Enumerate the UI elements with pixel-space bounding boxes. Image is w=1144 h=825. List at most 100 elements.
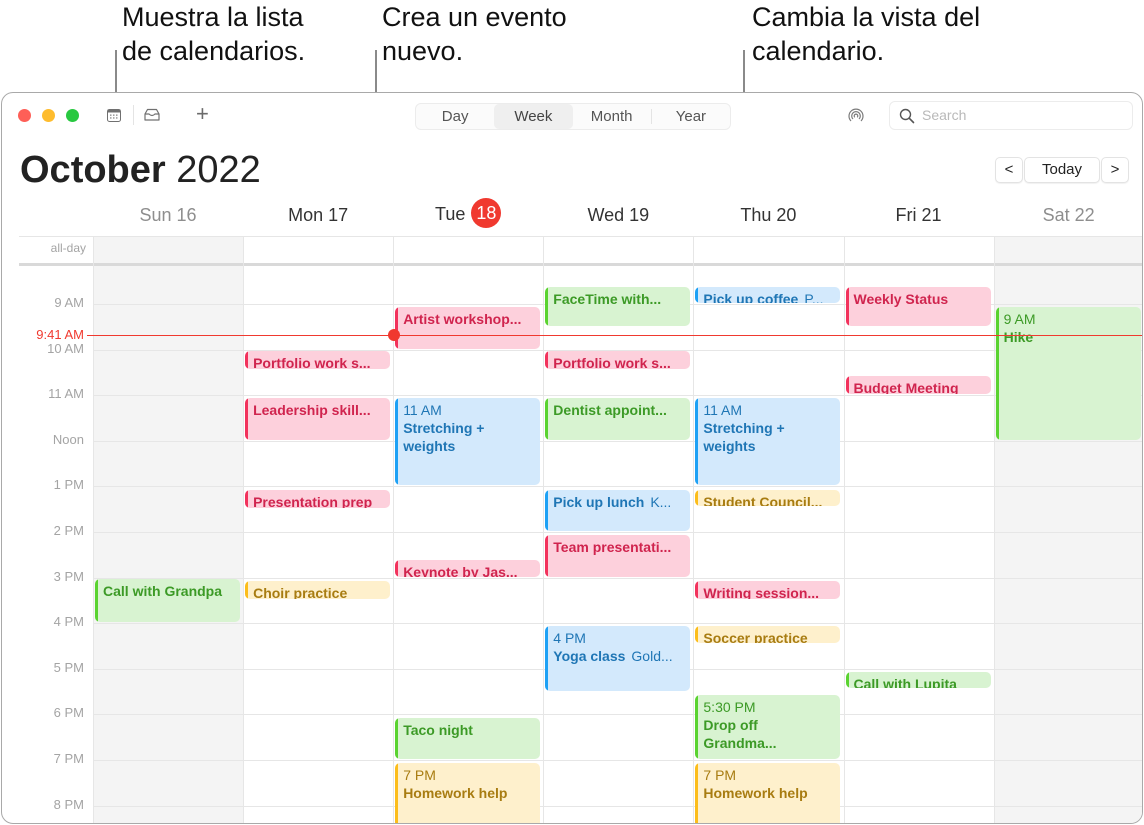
- hour-label: 3 PM: [53, 569, 84, 584]
- calendar-event[interactable]: Writing session...: [695, 580, 841, 600]
- calendar-event[interactable]: 11 AM Stretching + weights: [695, 398, 841, 486]
- event-title: Taco night: [403, 721, 473, 738]
- event-title: Homework help: [703, 785, 808, 802]
- calendar-event[interactable]: Taco night: [395, 717, 541, 759]
- hour-line: [93, 395, 1142, 396]
- event-title: Portfolio work s...: [253, 354, 371, 370]
- event-title: Writing session...: [703, 584, 820, 600]
- event-title: Student Council...: [703, 493, 823, 506]
- hour-label: 4 PM: [53, 614, 84, 629]
- event-title: Drop off Grandma...: [703, 716, 777, 751]
- event-title: Leadership skill...: [253, 402, 371, 419]
- event-time: 9 AM: [1003, 311, 1036, 328]
- event-title: Presentation prep: [253, 493, 373, 509]
- column-separator: [393, 236, 394, 823]
- event-time: 7 PM: [403, 767, 436, 784]
- calendar-event[interactable]: Dentist appoint...: [545, 398, 691, 440]
- event-title: Budget Meeting: [853, 379, 959, 395]
- calendar-event[interactable]: Pick up lunch K...: [545, 489, 691, 531]
- event-location: P...: [804, 290, 824, 303]
- hour-label: 6 PM: [53, 705, 84, 720]
- hour-label: Noon: [52, 432, 84, 447]
- calendar-event[interactable]: 4 PM Yoga class Gold...: [545, 626, 691, 691]
- calendar-event[interactable]: Pick up coffee P...: [695, 286, 841, 303]
- column-separator: [844, 236, 845, 823]
- column-separator: [543, 236, 544, 823]
- callout-change-view: Cambia la vista del calendario.: [752, 2, 981, 66]
- calendar-event[interactable]: Portfolio work s...: [545, 350, 691, 370]
- event-time: 5:30 PM: [703, 698, 756, 715]
- event-time: 7 PM: [703, 767, 737, 784]
- event-title: Team presentati...: [553, 539, 672, 556]
- column-separator: [693, 236, 694, 823]
- hour-line: [93, 578, 1142, 579]
- event-location: K...: [650, 493, 672, 510]
- hour-label: 2 PM: [53, 523, 84, 538]
- weekend-shading: [93, 236, 244, 823]
- event-title: Soccer practice: [703, 630, 808, 643]
- calendar-event[interactable]: Budget Meeting: [845, 375, 991, 395]
- event-title: Portfolio work s...: [553, 354, 671, 370]
- calendar-event[interactable]: 7 PM Homework help: [395, 763, 541, 823]
- calendar-event[interactable]: Leadership skill...: [245, 398, 391, 440]
- calendar-event[interactable]: Student Council...: [695, 489, 841, 506]
- all-day-bottom-border: [19, 263, 1142, 266]
- all-day-label: all-day: [50, 241, 86, 255]
- hour-label: 10 AM: [47, 341, 84, 356]
- calendar-event[interactable]: 7 PM Homework help: [695, 763, 841, 823]
- calendar-window: + Day Week Month Year Search October 202…: [1, 92, 1143, 824]
- event-title: Yoga class: [553, 648, 626, 665]
- hour-line: [93, 760, 1142, 761]
- hour-line: [93, 441, 1142, 442]
- event-title: Choir practice: [253, 584, 348, 600]
- event-location: Gold...: [631, 648, 673, 665]
- week-grid: all-day 9 AM 10 AM 11 AM Noon 1 PM 2 PM 3 PM 4 P…: [2, 93, 1142, 823]
- calendar-event[interactable]: Choir practice: [245, 580, 391, 600]
- event-title: Keynote by Jas...: [403, 564, 518, 577]
- event-title: Weekly Status: [853, 290, 949, 307]
- calendar-event[interactable]: Keynote by Jas...: [395, 560, 541, 577]
- hour-line: [93, 486, 1142, 487]
- column-separator: [93, 236, 94, 823]
- column-separator: [243, 236, 244, 823]
- calendar-event[interactable]: Call with Lupita: [845, 672, 991, 689]
- calendar-event[interactable]: 9 AM Hike: [995, 307, 1141, 440]
- hour-label: 1 PM: [53, 477, 84, 492]
- all-day-top-border: [19, 236, 1142, 237]
- event-title: Stretching + weights: [703, 420, 785, 455]
- event-title: Pick up lunch: [553, 493, 645, 510]
- calendar-event[interactable]: Call with Grandpa: [95, 578, 241, 623]
- hour-label: 11 AM: [48, 386, 84, 401]
- calendar-event[interactable]: Portfolio work s...: [245, 350, 391, 370]
- event-title: Call with Grandpa: [103, 582, 223, 599]
- event-title: Hike: [1003, 329, 1034, 346]
- hour-line: [93, 623, 1142, 624]
- hour-line: [93, 532, 1142, 533]
- event-title: Call with Lupita: [853, 676, 957, 689]
- hour-label: 7 PM: [53, 751, 84, 766]
- current-time-line: [87, 335, 1142, 336]
- calendar-event[interactable]: 5:30 PM Drop off Grandma...: [695, 694, 841, 759]
- calendar-event[interactable]: Artist workshop...: [395, 307, 541, 349]
- event-title: Pick up coffee: [703, 290, 799, 303]
- event-title: Homework help: [403, 785, 508, 802]
- event-time: 11 AM: [703, 402, 743, 419]
- hour-label: 8 PM: [53, 797, 84, 812]
- event-title: Artist workshop...: [403, 311, 522, 328]
- callout-calendar-list: Muestra la lista de calendarios.: [122, 2, 306, 66]
- column-separator: [994, 236, 995, 823]
- calendar-event[interactable]: Team presentati...: [545, 535, 691, 577]
- callout-new-event: Crea un evento nuevo.: [382, 2, 567, 66]
- calendar-event[interactable]: 11 AM Stretching + weights: [395, 398, 541, 486]
- event-title: Dentist appoint...: [553, 402, 667, 419]
- calendar-event[interactable]: FaceTime with...: [545, 286, 691, 326]
- current-time-label: 9:41 AM: [36, 327, 84, 342]
- calendar-event[interactable]: Presentation prep: [245, 489, 391, 509]
- hour-label: 9 AM: [54, 295, 84, 310]
- event-time: 11 AM: [403, 402, 442, 419]
- event-title: FaceTime with...: [553, 290, 662, 307]
- calendar-event[interactable]: Soccer practice: [695, 626, 841, 643]
- event-title: Stretching + weights: [403, 420, 485, 455]
- calendar-event[interactable]: Weekly Status: [845, 286, 991, 326]
- hour-line: [93, 806, 1142, 807]
